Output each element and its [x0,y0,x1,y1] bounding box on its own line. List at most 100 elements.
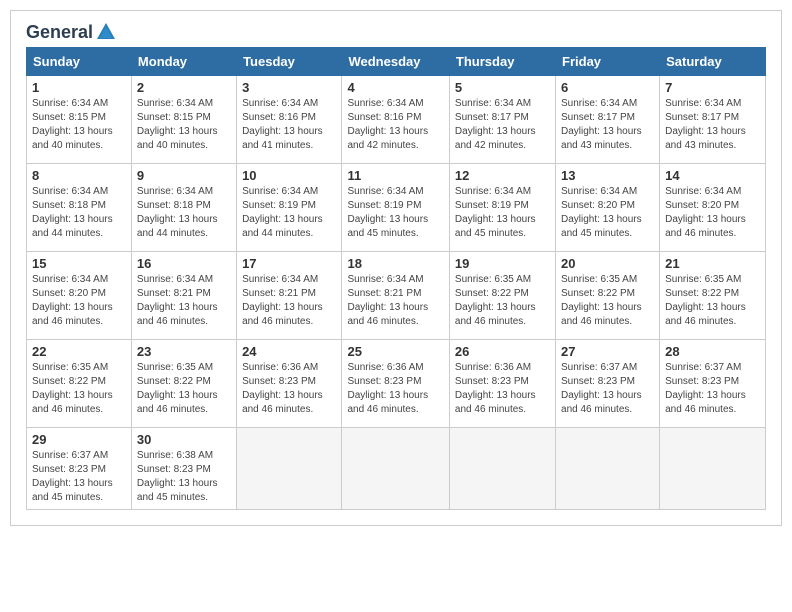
day-number: 27 [561,344,654,359]
day-number: 3 [242,80,336,95]
day-number: 16 [137,256,231,271]
day-number: 14 [665,168,760,183]
day-detail: Sunrise: 6:37 AM Sunset: 8:23 PM Dayligh… [665,361,760,417]
header-day-wednesday: Wednesday [342,48,449,76]
day-cell-15: 15 Sunrise: 6:34 AM Sunset: 8:20 PM Dayli… [27,252,132,340]
day-number: 11 [347,168,443,183]
day-detail: Sunrise: 6:36 AM Sunset: 8:23 PM Dayligh… [347,361,443,417]
day-cell-9: 9 Sunrise: 6:34 AM Sunset: 8:18 PM Daylig… [131,164,236,252]
day-number: 9 [137,168,231,183]
week-row-3: 15 Sunrise: 6:34 AM Sunset: 8:20 PM Dayli… [27,252,766,340]
day-cell-19: 19 Sunrise: 6:35 AM Sunset: 8:22 PM Dayli… [449,252,555,340]
day-cell-1: 1Sunrise: 6:34 AM Sunset: 8:15 PM Daylig… [27,76,132,164]
day-cell-4: 4Sunrise: 6:34 AM Sunset: 8:16 PM Daylig… [342,76,449,164]
day-detail: Sunrise: 6:34 AM Sunset: 8:19 PM Dayligh… [242,185,336,241]
day-cell-22: 22 Sunrise: 6:35 AM Sunset: 8:22 PM Dayli… [27,340,132,428]
day-cell-26: 26 Sunrise: 6:36 AM Sunset: 8:23 PM Dayli… [449,340,555,428]
day-number: 24 [242,344,336,359]
day-number: 26 [455,344,550,359]
day-number: 2 [137,80,231,95]
empty-cell [556,428,660,510]
header-day-sunday: Sunday [27,48,132,76]
day-number: 5 [455,80,550,95]
empty-cell [237,428,342,510]
day-number: 22 [32,344,126,359]
logo-general: General [26,22,93,43]
day-detail: Sunrise: 6:34 AM Sunset: 8:20 PM Dayligh… [665,185,760,241]
day-number: 29 [32,432,126,447]
day-cell-30: 30 Sunrise: 6:38 AM Sunset: 8:23 PM Dayli… [131,428,236,510]
day-number: 17 [242,256,336,271]
day-number: 30 [137,432,231,447]
day-cell-21: 21 Sunrise: 6:35 AM Sunset: 8:22 PM Dayli… [660,252,766,340]
day-cell-11: 11Sunrise: 6:34 AM Sunset: 8:19 PM Dayli… [342,164,449,252]
header-day-saturday: Saturday [660,48,766,76]
day-detail: Sunrise: 6:34 AM Sunset: 8:18 PM Dayligh… [137,185,231,241]
day-cell-29: 29Sunrise: 6:37 AM Sunset: 8:23 PM Dayli… [27,428,132,510]
day-number: 18 [347,256,443,271]
logo-icon [95,21,117,43]
header-day-friday: Friday [556,48,660,76]
day-number: 23 [137,344,231,359]
week-row-1: 1 Sunrise: 6:34 AM Sunset: 8:15 PM Daylig… [27,76,766,164]
day-detail: Sunrise: 6:34 AM Sunset: 8:16 PM Dayligh… [242,97,336,153]
day-detail: Sunrise: 6:34 AM Sunset: 8:20 PM Dayligh… [32,273,126,329]
day-cell-7: 7 Sunrise: 6:34 AM Sunset: 8:17 PM Daylig… [660,76,766,164]
day-number: 8 [32,168,126,183]
day-detail: Sunrise: 6:35 AM Sunset: 8:22 PM Dayligh… [455,273,550,329]
day-cell-25: 25 Sunrise: 6:36 AM Sunset: 8:23 PM Dayli… [342,340,449,428]
day-cell-8: 8 Sunrise: 6:34 AM Sunset: 8:18 PM Daylig… [27,164,132,252]
week-row-5: 29Sunrise: 6:37 AM Sunset: 8:23 PM Dayli… [27,428,766,510]
day-detail: Sunrise: 6:34 AM Sunset: 8:21 PM Dayligh… [242,273,336,329]
day-number: 6 [561,80,654,95]
day-number: 21 [665,256,760,271]
day-detail: Sunrise: 6:34 AM Sunset: 8:17 PM Dayligh… [665,97,760,153]
header-row: SundayMondayTuesdayWednesdayThursdayFrid… [27,48,766,76]
day-detail: Sunrise: 6:35 AM Sunset: 8:22 PM Dayligh… [665,273,760,329]
day-detail: Sunrise: 6:34 AM Sunset: 8:20 PM Dayligh… [561,185,654,241]
week-row-2: 8 Sunrise: 6:34 AM Sunset: 8:18 PM Daylig… [27,164,766,252]
day-detail: Sunrise: 6:34 AM Sunset: 8:17 PM Dayligh… [561,97,654,153]
day-detail: Sunrise: 6:34 AM Sunset: 8:17 PM Dayligh… [455,97,550,153]
day-cell-3: 3 Sunrise: 6:34 AM Sunset: 8:16 PM Daylig… [237,76,342,164]
day-cell-10: 10 Sunrise: 6:34 AM Sunset: 8:19 PM Dayli… [237,164,342,252]
day-cell-16: 16 Sunrise: 6:34 AM Sunset: 8:21 PM Dayli… [131,252,236,340]
day-number: 7 [665,80,760,95]
day-detail: Sunrise: 6:38 AM Sunset: 8:23 PM Dayligh… [137,449,231,505]
day-cell-14: 14 Sunrise: 6:34 AM Sunset: 8:20 PM Dayli… [660,164,766,252]
day-detail: Sunrise: 6:34 AM Sunset: 8:19 PM Dayligh… [455,185,550,241]
header-day-thursday: Thursday [449,48,555,76]
day-number: 10 [242,168,336,183]
empty-cell [660,428,766,510]
day-detail: Sunrise: 6:34 AM Sunset: 8:18 PM Dayligh… [32,185,126,241]
logo: General [26,21,117,39]
day-detail: Sunrise: 6:36 AM Sunset: 8:23 PM Dayligh… [455,361,550,417]
day-number: 20 [561,256,654,271]
week-row-4: 22 Sunrise: 6:35 AM Sunset: 8:22 PM Dayli… [27,340,766,428]
empty-cell [449,428,555,510]
day-cell-20: 20 Sunrise: 6:35 AM Sunset: 8:22 PM Dayli… [556,252,660,340]
day-detail: Sunrise: 6:34 AM Sunset: 8:21 PM Dayligh… [137,273,231,329]
day-detail: Sunrise: 6:35 AM Sunset: 8:22 PM Dayligh… [561,273,654,329]
day-cell-12: 12 Sunrise: 6:34 AM Sunset: 8:19 PM Dayli… [449,164,555,252]
header-day-monday: Monday [131,48,236,76]
empty-cell [342,428,449,510]
header-day-tuesday: Tuesday [237,48,342,76]
day-number: 1 [32,80,126,95]
day-cell-28: 28 Sunrise: 6:37 AM Sunset: 8:23 PM Dayli… [660,340,766,428]
day-number: 19 [455,256,550,271]
day-cell-17: 17 Sunrise: 6:34 AM Sunset: 8:21 PM Dayli… [237,252,342,340]
day-number: 12 [455,168,550,183]
day-detail: Sunrise: 6:34 AM Sunset: 8:21 PM Dayligh… [347,273,443,329]
day-cell-2: 2 Sunrise: 6:34 AM Sunset: 8:15 PM Daylig… [131,76,236,164]
calendar-table: SundayMondayTuesdayWednesdayThursdayFrid… [26,47,766,510]
day-number: 15 [32,256,126,271]
day-cell-18: 18 Sunrise: 6:34 AM Sunset: 8:21 PM Dayli… [342,252,449,340]
day-number: 28 [665,344,760,359]
day-cell-23: 23Sunrise: 6:35 AM Sunset: 8:22 PM Dayli… [131,340,236,428]
day-detail: Sunrise: 6:35 AM Sunset: 8:22 PM Dayligh… [32,361,126,417]
header: General [26,21,766,39]
day-detail: Sunrise: 6:36 AM Sunset: 8:23 PM Dayligh… [242,361,336,417]
day-detail: Sunrise: 6:34 AM Sunset: 8:15 PM Dayligh… [137,97,231,153]
day-number: 25 [347,344,443,359]
